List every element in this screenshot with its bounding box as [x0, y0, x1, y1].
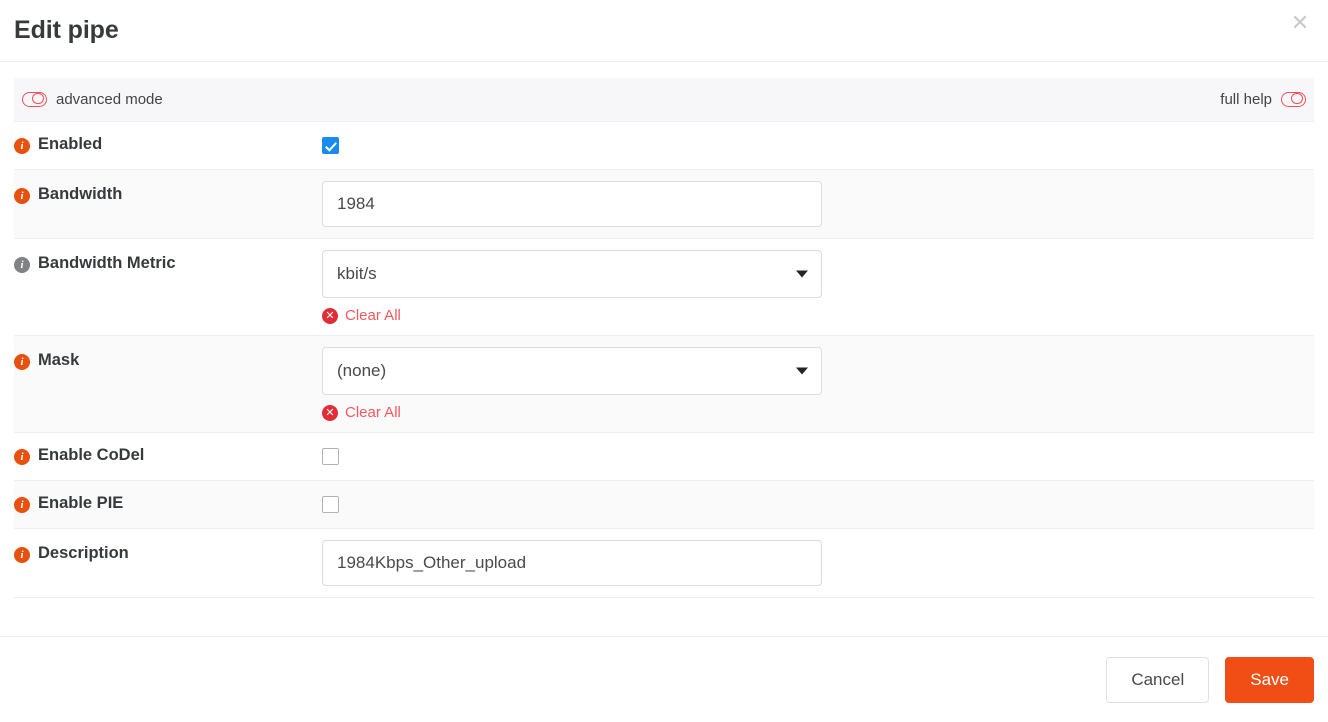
toggle-icon[interactable]	[22, 92, 47, 107]
row-field-bandwidth	[322, 170, 1314, 238]
form-row-enable-pie: i Enable PIE	[14, 481, 1314, 529]
bandwidth-metric-select-value[interactable]: kbit/s	[322, 250, 822, 298]
clear-circle-icon: ✕	[322, 404, 338, 421]
mask-select[interactable]: (none)	[322, 347, 822, 395]
label-text: Enabled	[38, 135, 103, 153]
enable-pie-checkbox[interactable]	[322, 496, 339, 513]
edit-pipe-dialog: Edit pipe ✕ advanced mode full help i En…	[0, 0, 1328, 722]
info-icon[interactable]: i	[14, 497, 30, 513]
form-row-enabled: i Enabled	[14, 122, 1314, 170]
full-help-label: full help	[1220, 91, 1272, 108]
clear-all-bandwidth-metric[interactable]: ✕ Clear All	[322, 307, 401, 324]
info-icon[interactable]: i	[14, 354, 30, 370]
close-icon[interactable]: ✕	[1286, 10, 1314, 38]
info-icon[interactable]: i	[14, 449, 30, 465]
enable-codel-checkbox[interactable]	[322, 448, 339, 465]
label-text: Enable CoDel	[38, 446, 145, 464]
row-label-enable-pie: i Enable PIE	[14, 481, 322, 513]
advanced-mode-label: advanced mode	[56, 91, 163, 108]
row-field-enabled	[322, 122, 1314, 169]
form-row-mask: i Mask (none) ✕ Clear All	[14, 336, 1314, 433]
save-button[interactable]: Save	[1225, 656, 1314, 703]
dialog-header: Edit pipe ✕	[0, 0, 1328, 62]
clear-all-mask[interactable]: ✕ Clear All	[322, 404, 401, 421]
form-row-bandwidth: i Bandwidth	[14, 170, 1314, 239]
info-icon[interactable]: i	[14, 188, 30, 204]
advanced-mode-toggle[interactable]: advanced mode	[22, 91, 163, 108]
form-row-bandwidth-metric: i Bandwidth Metric kbit/s ✕ Clear All	[14, 239, 1314, 336]
form-row-enable-codel: i Enable CoDel	[14, 433, 1314, 481]
bandwidth-metric-select[interactable]: kbit/s	[322, 250, 822, 298]
row-label-description: i Description	[14, 529, 322, 563]
page-title: Edit pipe	[14, 16, 119, 44]
label-text: Description	[38, 544, 129, 562]
row-field-enable-pie	[322, 481, 1314, 528]
clear-all-label: Clear All	[345, 404, 401, 421]
row-label-enabled: i Enabled	[14, 122, 322, 154]
cancel-button[interactable]: Cancel	[1106, 656, 1210, 703]
bandwidth-input[interactable]	[322, 181, 822, 227]
toggle-icon[interactable]	[1281, 92, 1306, 107]
mask-select-value[interactable]: (none)	[322, 347, 822, 395]
full-help-toggle[interactable]: full help	[1220, 91, 1306, 108]
row-field-bandwidth-metric: kbit/s ✕ Clear All	[322, 239, 1314, 335]
label-text: Mask	[38, 351, 80, 369]
label-text: Enable PIE	[38, 494, 124, 512]
row-label-bandwidth: i Bandwidth	[14, 170, 322, 204]
row-label-bandwidth-metric: i Bandwidth Metric	[14, 239, 322, 273]
info-icon[interactable]: i	[14, 547, 30, 563]
description-input[interactable]	[322, 540, 822, 586]
info-icon[interactable]: i	[14, 138, 30, 154]
row-field-enable-codel	[322, 433, 1314, 480]
row-label-mask: i Mask	[14, 336, 322, 370]
label-text: Bandwidth	[38, 185, 123, 203]
dialog-body: advanced mode full help i Enabled i Band…	[0, 62, 1328, 636]
label-text: Bandwidth Metric	[38, 254, 176, 272]
dialog-footer: Cancel Save	[0, 636, 1328, 722]
clear-all-label: Clear All	[345, 307, 401, 324]
info-icon[interactable]: i	[14, 257, 30, 273]
row-label-enable-codel: i Enable CoDel	[14, 433, 322, 465]
row-field-mask: (none) ✕ Clear All	[322, 336, 1314, 432]
enabled-checkbox[interactable]	[322, 137, 339, 154]
form-row-description: i Description	[14, 529, 1314, 598]
clear-circle-icon: ✕	[322, 307, 338, 324]
mode-bar: advanced mode full help	[14, 78, 1314, 122]
row-field-description	[322, 529, 1314, 597]
